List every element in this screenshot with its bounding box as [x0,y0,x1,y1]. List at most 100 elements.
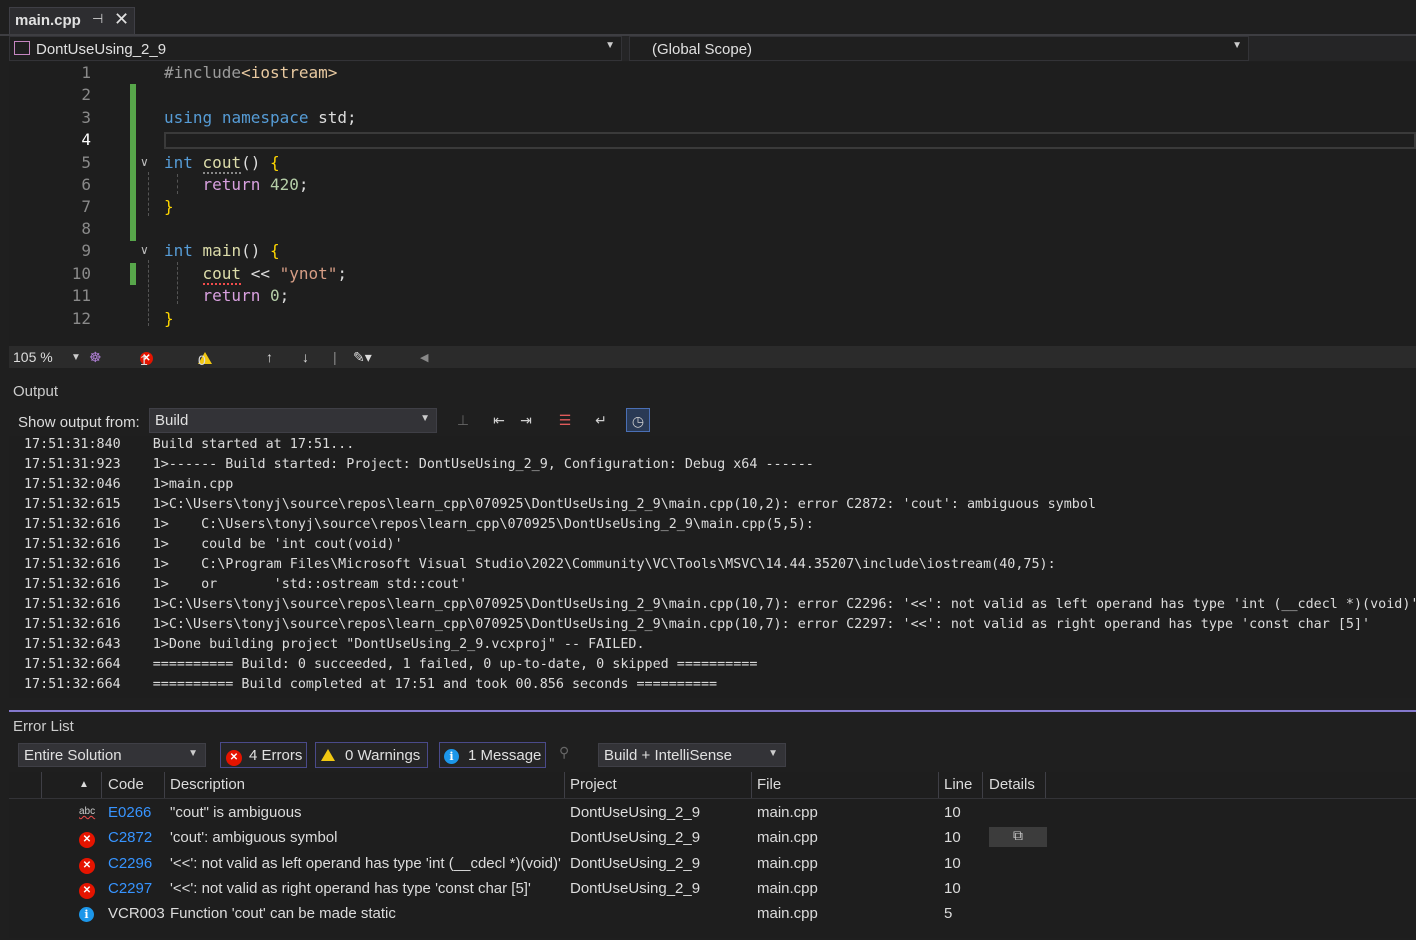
column-header-description[interactable]: Description [170,776,245,793]
output-timestamp: 17:51:32:643 [24,637,121,652]
error-icon: ✕ [79,829,95,849]
output-pane: Output Show output from: Build ▼ ⊥ ⇤ ⇥ ☰… [9,378,1416,706]
info-icon: i [79,905,94,923]
error-row[interactable]: ✕ C2297 '<<': not valid as right operand h… [9,876,1416,901]
output-message: 1>main.cpp [152,477,234,492]
output-timestamp: 17:51:32:046 [24,477,121,492]
error-scope-dropdown[interactable]: Entire Solution ▼ [18,743,206,767]
pin-icon[interactable]: ⊣ [92,11,103,27]
separator: | [333,349,337,365]
error-icon: ✕ [79,855,95,874]
messages-filter-button[interactable]: i 1 Message [439,742,546,768]
sort-arrow-icon[interactable]: ▲ [79,779,89,790]
output-line: 17:51:32:616 1>C:\Users\tonyj\source\repo… [24,617,1370,632]
zoom-level[interactable]: 105 % [13,349,53,365]
column-header-project[interactable]: Project [570,776,617,793]
error-project: DontUseUsing_2_9 [570,879,701,897]
close-icon[interactable]: ✕ [114,9,129,30]
output-message: 1>C:\Users\tonyj\source\repos\learn_cpp\… [152,497,1096,512]
code-line-5: int cout() { [164,153,280,174]
code-line-12: } [164,309,174,328]
previous-message-icon[interactable]: ⇤ [487,408,511,432]
arrow-down-icon[interactable]: ↓ [302,349,309,365]
output-message: 1>C:\Users\tonyj\source\repos\learn_cpp\… [152,597,1416,612]
output-timestamp: 17:51:32:616 [24,517,121,532]
word-wrap-icon[interactable]: ↵ [589,408,613,432]
column-header-line[interactable]: Line [944,776,972,793]
scroll-left-icon[interactable]: ◀ [420,351,428,364]
output-source-dropdown[interactable]: Build ▼ [149,408,437,433]
error-file: main.cpp [757,854,818,872]
details-icon[interactable]: ⧉ [989,827,1047,848]
code-editor[interactable]: 1 2 3 4 5 6 7 8 9 10 11 12 ∨ ∨ #include<… [9,62,1416,346]
output-line: 17:51:32:616 1> could be 'int cout(void)' [24,537,403,552]
column-separator [164,772,165,798]
error-line: 10 [944,854,961,872]
line-number: 10 [71,264,91,283]
error-code[interactable]: C2296 [108,855,152,872]
error-project: DontUseUsing_2_9 [570,804,701,821]
error-row[interactable]: ✕ C2296 '<<': not valid as left operand ha… [9,851,1416,876]
goto-message-icon[interactable]: ⊥ [451,408,475,432]
line-number: 8 [81,219,91,238]
document-tab-main-cpp[interactable]: main.cpp ⊣ ✕ [9,7,135,34]
column-header-file[interactable]: File [757,776,781,793]
error-grid: ▲ Code Description Project File Line Det… [9,772,1416,938]
change-marker [130,263,136,285]
error-source-dropdown[interactable]: Build + IntelliSense ▼ [598,743,786,767]
timestamp-toggle-icon[interactable]: ◷ [626,408,650,432]
clear-all-icon[interactable]: ☰ [553,408,577,432]
output-timestamp: 17:51:32:616 [24,617,121,632]
scope-dropdown[interactable]: (Global Scope) ▼ [629,36,1249,61]
chevron-down-icon: ▼ [188,748,198,759]
warnings-filter-button[interactable]: 0 Warnings [315,742,428,768]
messages-filter-label: 1 Message [468,747,542,764]
code-line-1: #include<iostream> [164,63,338,82]
abc-spell-icon: abc [79,806,96,817]
error-file: main.cpp [757,905,818,923]
error-code[interactable]: C2872 [108,829,152,846]
chevron-down-icon[interactable]: ▼ [71,352,81,363]
project-dropdown[interactable]: DontUseUsing_2_9 ▼ [9,36,622,61]
error-code[interactable]: E0266 [108,804,151,821]
error-code: VCR003 [108,905,165,923]
copilot-icon[interactable]: ☸ [89,349,102,366]
output-message: ========== Build: 0 succeeded, 1 failed,… [152,657,758,672]
error-row[interactable]: ✕ C2872 'cout': ambiguous symbol DontUseUsi… [9,825,1416,850]
line-number: 5 [81,153,91,172]
code-line-10: cout << "ynot"; [202,264,348,285]
output-text[interactable]: 17:51:31:840 Build started at 17:51... 17:… [9,436,1416,698]
output-message: 1>------ Build started: Project: DontUse… [152,457,814,472]
column-header-code[interactable]: Code [108,776,144,793]
header-divider [9,798,1416,799]
output-message: 1>C:\Users\tonyj\source\repos\learn_cpp\… [152,617,1371,632]
error-row[interactable]: i VCR003 Function 'cout' can be made stati… [9,901,1416,926]
error-file: main.cpp [757,829,818,847]
error-description: '<<': not valid as left operand has type… [170,854,561,872]
arrow-up-icon[interactable]: ↑ [266,349,273,365]
fold-chevron-icon[interactable]: ∨ [140,155,149,169]
error-icon: ✕ [226,750,242,766]
scope-name: (Global Scope) [652,41,753,58]
error-row[interactable]: abc E0266 "cout" is ambiguous DontUseUsing_… [9,800,1416,825]
output-line: 17:51:32:615 1>C:\Users\tonyj\source\repo… [24,497,1096,512]
filter-icon[interactable]: ⚲ [559,744,569,761]
errors-filter-button[interactable]: ✕ 4 Errors [220,742,307,768]
output-source-value: Build [155,412,189,429]
output-line: 17:51:32:664 ========== Build completed a… [24,677,717,692]
chevron-down-icon: ▼ [768,748,778,759]
cleanup-brush-icon[interactable]: ✎▾ [353,349,372,366]
error-source-value: Build + IntelliSense [604,747,732,764]
next-message-icon[interactable]: ⇥ [514,408,538,432]
warning-icon [321,749,335,761]
column-header-details[interactable]: Details [989,776,1035,793]
fold-chevron-icon[interactable]: ∨ [140,243,149,257]
code-line-11: return 0; [202,286,290,305]
error-code[interactable]: C2297 [108,880,152,897]
navigation-bar: DontUseUsing_2_9 ▼ (Global Scope) ▼ [9,36,1416,61]
column-separator [41,772,42,798]
column-separator [564,772,565,798]
output-timestamp: 17:51:32:664 [24,677,121,692]
code-line-9: int main() { [164,241,280,260]
info-icon: i [444,749,459,764]
